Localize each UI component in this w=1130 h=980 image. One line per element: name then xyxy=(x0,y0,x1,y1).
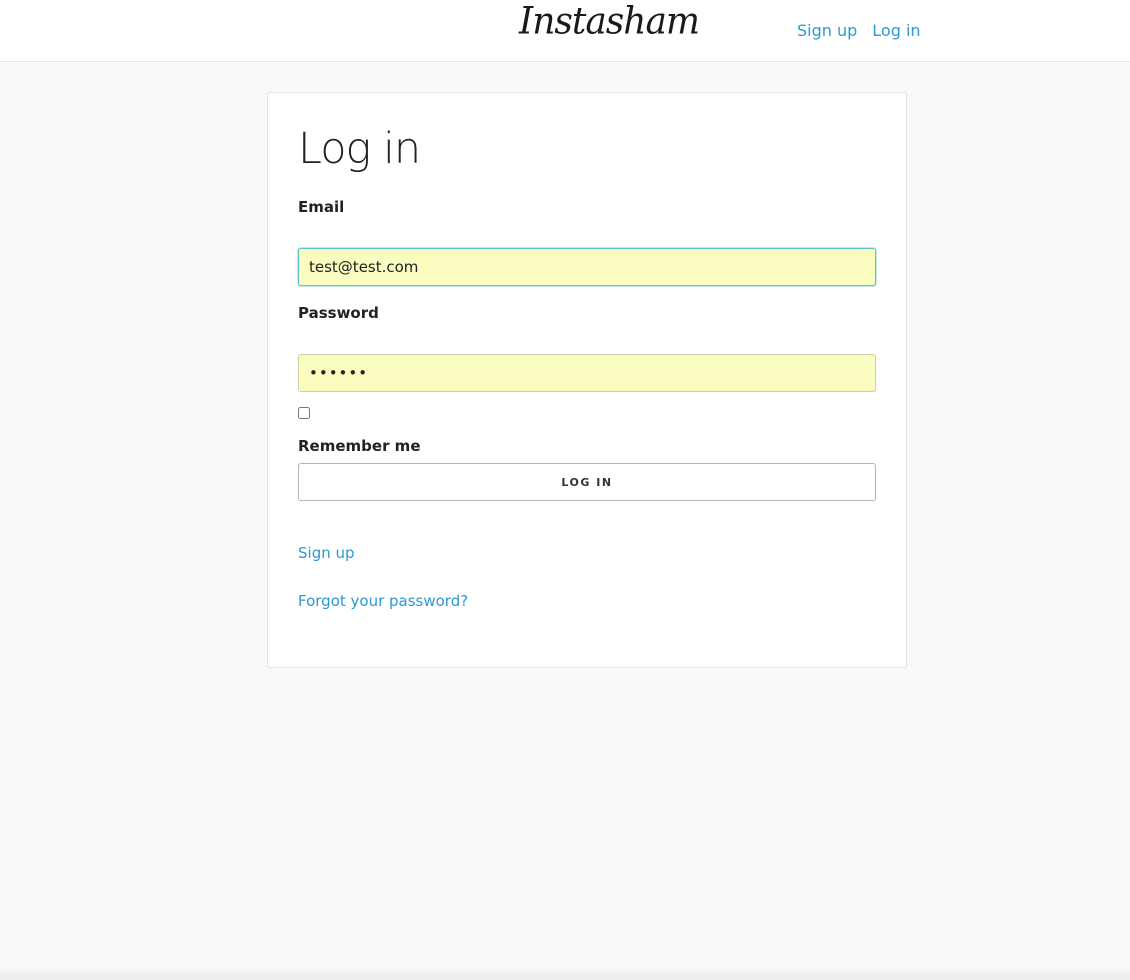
forgot-password-link[interactable]: Forgot your password? xyxy=(298,591,468,611)
email-field[interactable] xyxy=(298,248,876,286)
log-in-button[interactable]: LOG IN xyxy=(298,463,876,501)
page-title: Log in xyxy=(298,124,421,174)
login-card: Log in Email Password Remember me LOG IN… xyxy=(267,92,907,668)
nav-links: Sign up Log in xyxy=(797,20,921,42)
password-label: Password xyxy=(298,304,379,322)
remember-me-label: Remember me xyxy=(298,437,421,455)
remember-me-checkbox[interactable] xyxy=(298,407,310,419)
brand-logo[interactable]: Instasham xyxy=(519,0,700,45)
page-bottom-shade xyxy=(0,966,1130,980)
nav-log-in-link[interactable]: Log in xyxy=(872,20,920,42)
sign-up-link[interactable]: Sign up xyxy=(298,543,355,563)
password-field[interactable] xyxy=(298,354,876,392)
email-label: Email xyxy=(298,198,345,216)
nav-sign-up-link[interactable]: Sign up xyxy=(797,20,857,42)
top-navbar: Instasham Sign up Log in xyxy=(0,0,1130,62)
